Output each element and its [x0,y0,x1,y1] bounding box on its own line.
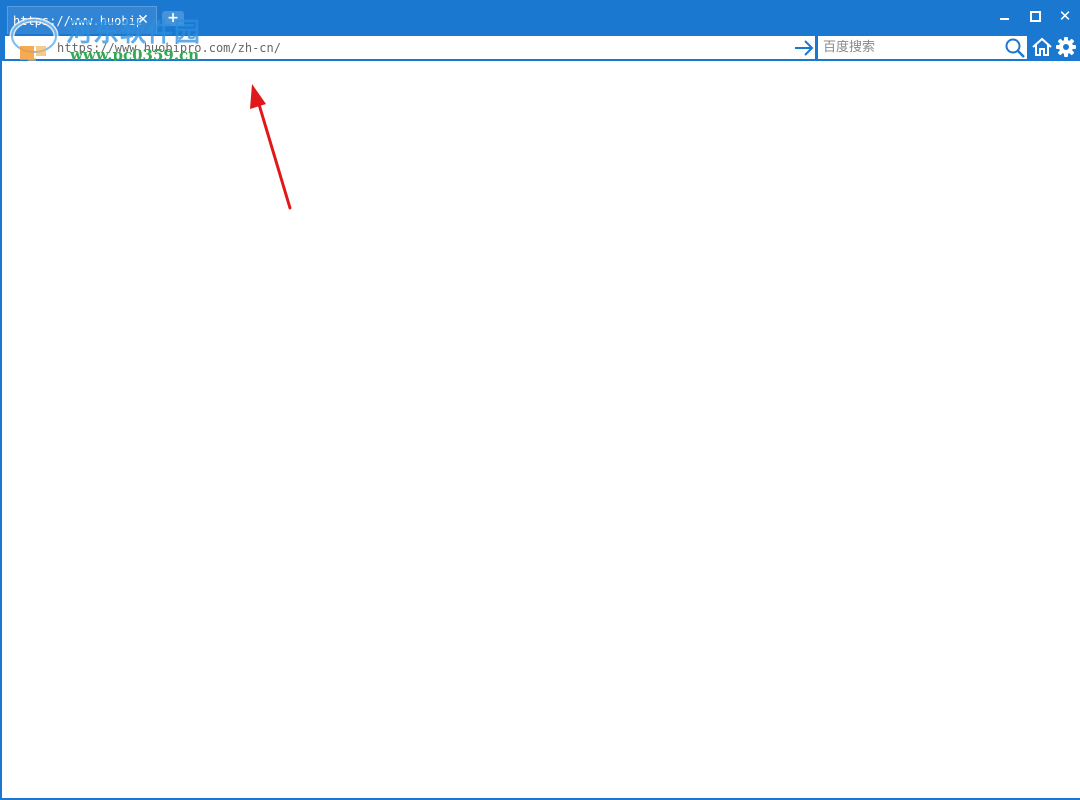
maximize-button[interactable] [1021,4,1049,28]
annotation-arrow-icon [250,84,292,210]
tab-close-icon[interactable]: ✕ [136,11,150,29]
gear-icon [1056,37,1076,57]
tab-title: https://www.huobip [13,14,141,28]
search-button[interactable] [1004,37,1026,59]
page-content [4,61,1080,798]
minimize-button[interactable] [990,4,1018,28]
arrow-right-icon [795,40,814,56]
search-input[interactable] [823,36,1003,59]
address-input[interactable] [57,36,777,59]
minimize-icon [1000,18,1009,20]
title-bar: https://www.huobip ✕ + ✕ [2,0,1080,34]
maximize-icon [1030,11,1041,22]
new-tab-button[interactable]: + [162,11,184,26]
close-icon: ✕ [1058,7,1072,25]
close-window-button[interactable]: ✕ [1051,4,1079,28]
settings-button[interactable] [1055,36,1077,58]
plus-icon: + [167,10,179,26]
home-button[interactable] [1031,36,1053,58]
go-button[interactable] [792,37,816,59]
search-bar [817,35,1028,60]
address-bar [4,35,816,60]
browser-tab[interactable]: https://www.huobip ✕ [7,6,157,34]
browser-window: https://www.huobip ✕ + ✕ https://www.huo… [0,0,1080,800]
toolbar [2,34,1080,61]
home-icon [1032,37,1052,56]
search-icon [1005,38,1025,58]
